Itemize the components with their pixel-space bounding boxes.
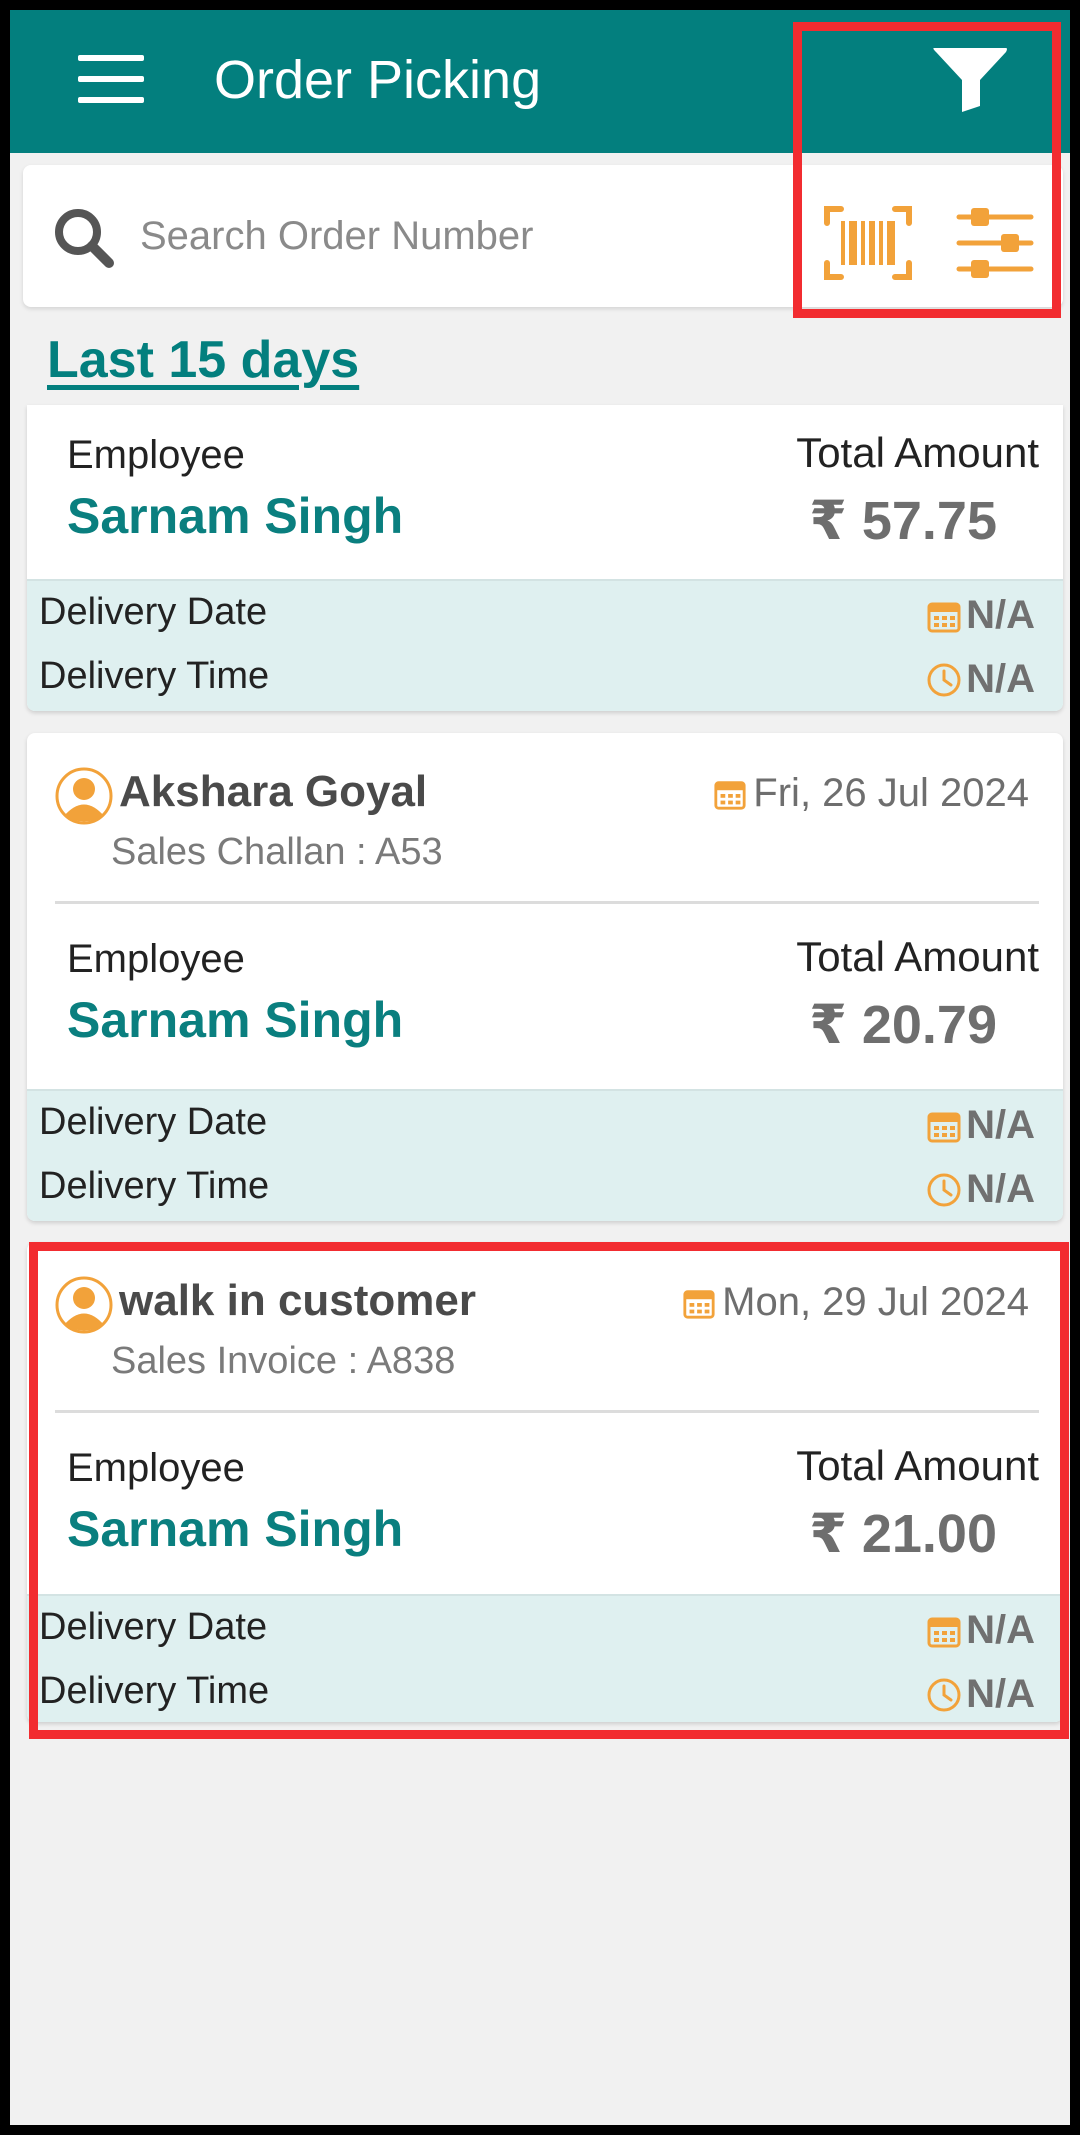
delivery-date-label: Delivery Date [39, 591, 268, 633]
divider [55, 901, 1039, 904]
total-amount-label: Total Amount [796, 933, 1039, 980]
search-icon [53, 207, 115, 269]
search-input[interactable] [138, 205, 792, 267]
date-range-link[interactable]: Last 15 days [47, 330, 359, 390]
order-card[interactable]: Akshara Goyal Sales Challan : A53 Fri, 2… [27, 733, 1063, 1221]
calendar-icon [714, 780, 746, 810]
delivery-date-value: N/A [966, 593, 1035, 637]
delivery-section: Delivery Date N/A Delivery Time N/A [27, 579, 1063, 711]
employee-name: Sarnam Singh [67, 488, 404, 544]
delivery-date-value: N/A [966, 1103, 1035, 1147]
customer-name: Akshara Goyal [119, 767, 428, 816]
delivery-time-value: N/A [966, 1167, 1035, 1211]
clock-icon [927, 1173, 961, 1206]
employee-section: Employee Sarnam Singh Total Amount ₹ 57.… [27, 405, 1063, 575]
delivery-section: Delivery Date N/A Delivery Time N/A [27, 1089, 1063, 1221]
total-amount-value: ₹ 57.75 [809, 491, 997, 551]
highlight-box-toolbar [793, 22, 1061, 318]
employee-label: Employee [67, 937, 245, 981]
highlight-box-order-card [29, 1242, 1069, 1739]
delivery-time-label: Delivery Time [39, 655, 270, 697]
calendar-icon [927, 1112, 961, 1142]
order-card[interactable]: Employee Sarnam Singh Total Amount ₹ 57.… [27, 405, 1063, 711]
calendar-icon [927, 602, 961, 632]
delivery-time-value: N/A [966, 657, 1035, 701]
customer-avatar-icon [55, 767, 113, 825]
employee-name: Sarnam Singh [67, 992, 404, 1048]
clock-icon [927, 663, 961, 696]
employee-label: Employee [67, 433, 245, 477]
employee-section: Employee Sarnam Singh Total Amount ₹ 20.… [27, 909, 1063, 1079]
order-header: Akshara Goyal Sales Challan : A53 Fri, 2… [27, 733, 1063, 904]
document-number: Sales Challan : A53 [111, 831, 443, 873]
page-title: Order Picking [214, 50, 542, 110]
total-amount-value: ₹ 20.79 [809, 995, 997, 1055]
order-date: Fri, 26 Jul 2024 [753, 771, 1029, 815]
order-picking-screen: Order Picking Search Order Number Last 1… [10, 10, 1070, 2125]
delivery-date-label: Delivery Date [39, 1101, 268, 1143]
menu-icon[interactable] [78, 55, 146, 103]
total-amount-label: Total Amount [796, 429, 1039, 476]
delivery-time-label: Delivery Time [39, 1165, 270, 1207]
